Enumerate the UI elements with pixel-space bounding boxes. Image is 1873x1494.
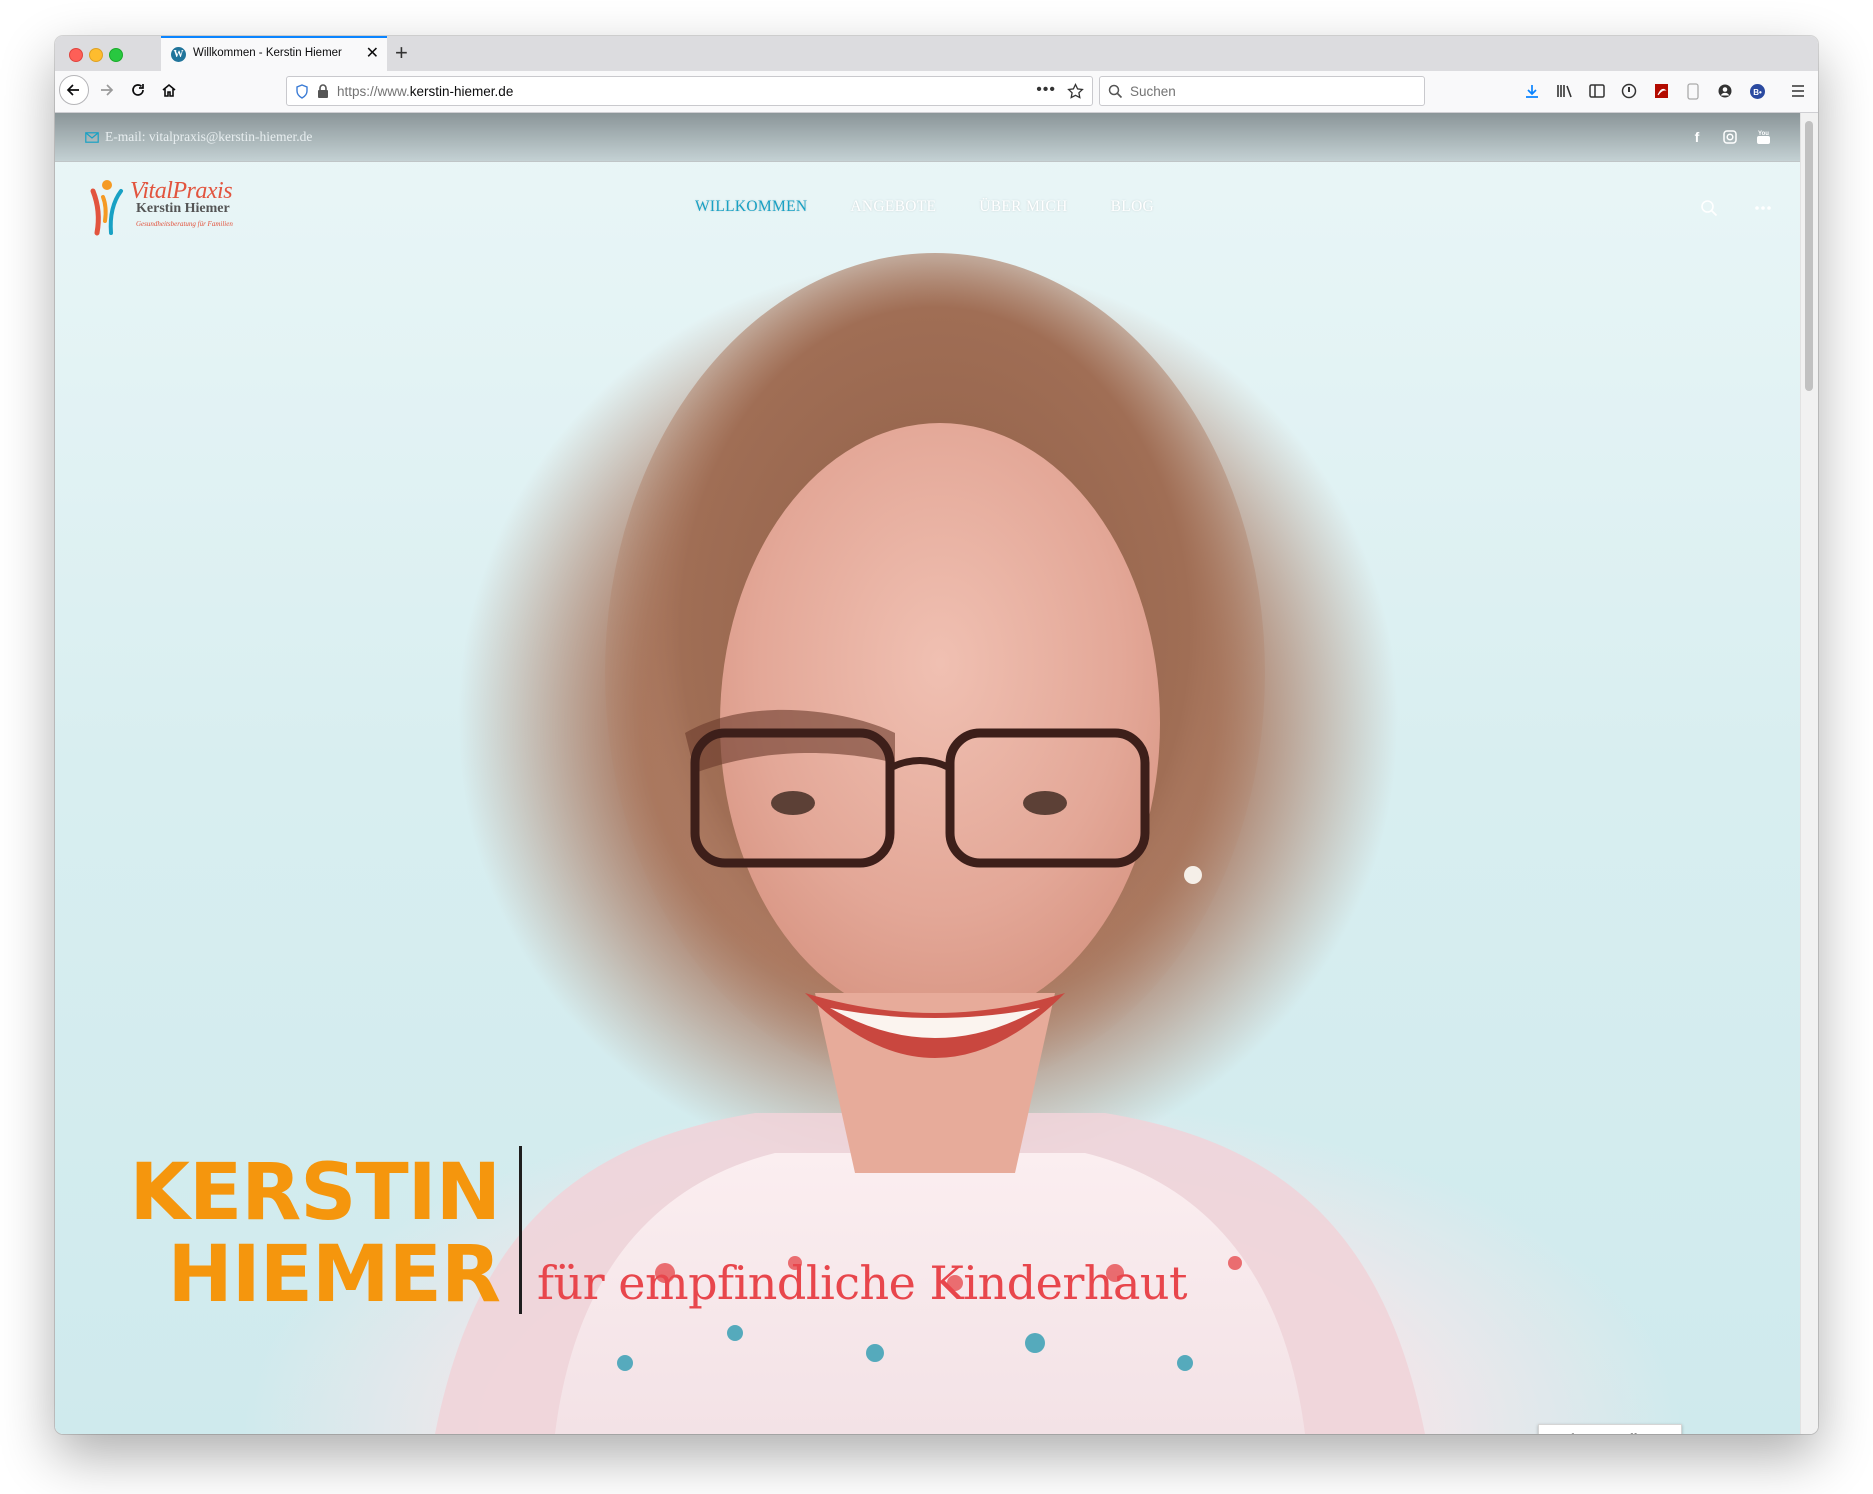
url-bar[interactable]: https://www.kerstin-hiemer.de ••• bbox=[286, 76, 1093, 106]
wordpress-favicon-icon: W bbox=[171, 47, 186, 62]
svg-text:B•: B• bbox=[1753, 88, 1762, 97]
lock-icon[interactable] bbox=[317, 84, 329, 99]
logo-name: Kerstin Hiemer bbox=[136, 201, 230, 216]
search-icon bbox=[1108, 84, 1123, 99]
new-tab-button[interactable]: + bbox=[395, 40, 408, 66]
nav-item-blog[interactable]: BLOG bbox=[1111, 198, 1154, 216]
addon-icon[interactable]: B• bbox=[1747, 81, 1767, 101]
url-domain: kerstin-hiemer.de bbox=[409, 84, 514, 99]
page-scrollbar[interactable] bbox=[1800, 113, 1818, 1434]
reload-icon bbox=[132, 84, 144, 96]
facebook-icon[interactable]: f bbox=[1688, 128, 1706, 146]
download-icon[interactable] bbox=[1522, 81, 1542, 101]
phone-icon[interactable] bbox=[1683, 81, 1703, 101]
topbar-email-text: E-mail: vitalpraxis@kerstin-hiemer.de bbox=[105, 129, 313, 144]
top-info-bar: E-mail: vitalpraxis@kerstin-hiemer.de f … bbox=[55, 113, 1801, 162]
menu-icon[interactable] bbox=[1788, 81, 1808, 101]
home-icon bbox=[162, 83, 176, 97]
close-tab-icon[interactable]: ✕ bbox=[366, 44, 379, 64]
back-arrow-icon bbox=[66, 84, 79, 96]
tab-title: Willkommen - Kerstin Hiemer bbox=[193, 47, 342, 59]
sidebar-icon[interactable] bbox=[1587, 81, 1607, 101]
forward-arrow-icon bbox=[101, 84, 114, 96]
hero-subtitle: für empfindliche Kinderhaut bbox=[537, 1256, 1188, 1310]
browser-tab[interactable]: W Willkommen - Kerstin Hiemer ✕ bbox=[161, 36, 387, 71]
tab-strip: W Willkommen - Kerstin Hiemer ✕ + bbox=[55, 36, 1818, 71]
web-page: E-mail: vitalpraxis@kerstin-hiemer.de f … bbox=[55, 113, 1801, 1434]
topbar-email[interactable]: E-mail: vitalpraxis@kerstin-hiemer.de bbox=[85, 129, 312, 145]
nav-item-ueber-mich[interactable]: ÜBER MICH bbox=[979, 198, 1067, 216]
shield-icon[interactable] bbox=[295, 84, 309, 99]
back-button[interactable] bbox=[59, 75, 89, 105]
nav-item-angebote[interactable]: ANGEBOTE bbox=[850, 198, 936, 216]
hero-last-name: HIEMER bbox=[167, 1230, 501, 1320]
search-bar[interactable]: Suchen bbox=[1099, 76, 1425, 106]
minimize-window-button[interactable] bbox=[89, 48, 103, 62]
library-icon[interactable] bbox=[1555, 81, 1575, 101]
site-logo[interactable]: VitalPraxis Kerstin Hiemer Gesundheitsbe… bbox=[83, 177, 243, 237]
search-placeholder: Suchen bbox=[1130, 84, 1176, 99]
navigation-toolbar: https://www.kerstin-hiemer.de ••• Suchen bbox=[55, 71, 1818, 113]
hero-first-name: KERSTIN bbox=[129, 1148, 501, 1238]
logo-figure-icon bbox=[90, 180, 123, 236]
url-prefix: https://www. bbox=[337, 84, 410, 99]
nav-item-willkommen[interactable]: WILLKOMMEN bbox=[695, 198, 807, 216]
site-more-icon[interactable] bbox=[1752, 197, 1774, 219]
reload-button[interactable] bbox=[123, 75, 153, 105]
hero-divider bbox=[519, 1146, 522, 1314]
main-navigation: WILLKOMMEN ANGEBOTE ÜBER MICH BLOG bbox=[695, 198, 1154, 216]
youtube-icon[interactable]: You bbox=[1754, 128, 1772, 146]
home-button[interactable] bbox=[154, 75, 184, 105]
mail-icon bbox=[85, 131, 99, 143]
pdf-icon[interactable] bbox=[1651, 81, 1671, 101]
forward-button[interactable] bbox=[91, 75, 121, 105]
close-window-button[interactable] bbox=[69, 48, 83, 62]
zoom-window-button[interactable] bbox=[109, 48, 123, 62]
instagram-icon[interactable] bbox=[1721, 128, 1739, 146]
more-dots-icon[interactable]: ••• bbox=[1036, 81, 1056, 99]
browser-window: W Willkommen - Kerstin Hiemer ✕ + https:… bbox=[55, 36, 1818, 1434]
logo-tagline: Gesundheitsberatung für Familien bbox=[136, 220, 233, 228]
url-text: https://www.kerstin-hiemer.de bbox=[337, 84, 513, 99]
extension-icon[interactable] bbox=[1619, 81, 1639, 101]
scrollbar-thumb[interactable] bbox=[1805, 121, 1813, 391]
star-icon[interactable] bbox=[1067, 83, 1084, 100]
cookie-settings-button[interactable]: Cookies Einstellungen bbox=[1538, 1424, 1682, 1434]
site-search-icon[interactable] bbox=[1698, 197, 1720, 219]
account-icon[interactable] bbox=[1715, 81, 1735, 101]
